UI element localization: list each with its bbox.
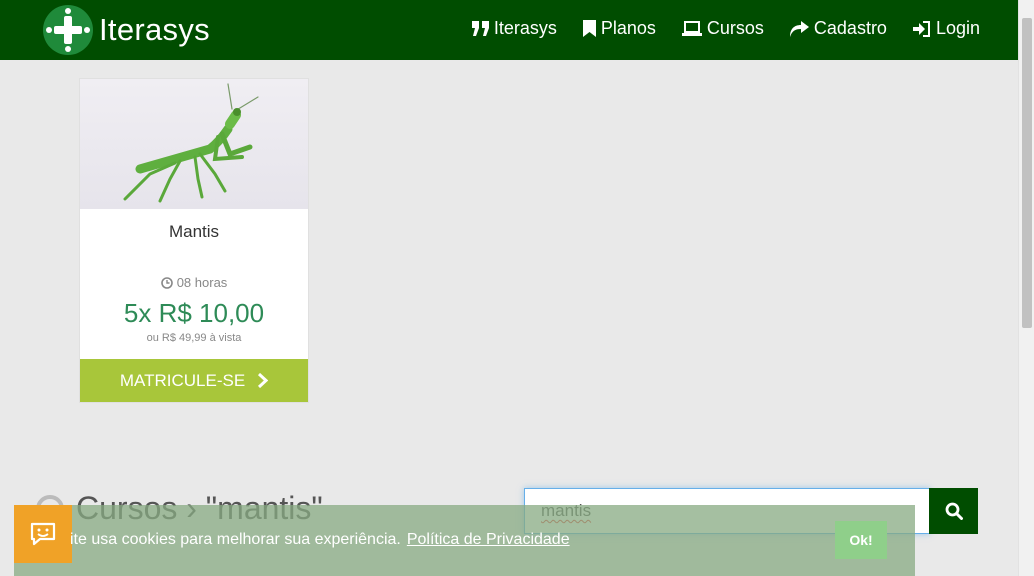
nav-label: Cadastro xyxy=(813,18,887,38)
course-price: 5x R$ 10,00 xyxy=(123,298,265,328)
scrollbar-thumb[interactable] xyxy=(1022,18,1032,328)
cookie-chat-button[interactable] xyxy=(14,505,72,563)
iterasys-logo-icon xyxy=(43,5,93,55)
cookie-ok-button[interactable]: Ok! xyxy=(835,521,887,559)
enroll-button-label: MATRICULE-SE xyxy=(119,370,246,390)
privacy-policy-link[interactable]: Política de Privacidade xyxy=(407,531,570,548)
brand-link[interactable]: Iterasys xyxy=(43,5,210,55)
sign-in-icon xyxy=(912,20,930,37)
cookie-banner: ite usa cookies para melhorar sua experi… xyxy=(14,505,915,576)
brand-name: Iterasys xyxy=(99,12,210,47)
course-title[interactable]: Mantis xyxy=(80,222,308,242)
enroll-button[interactable]: MATRICULE-SE xyxy=(80,359,308,402)
nav-label: Login xyxy=(935,18,980,38)
search-button[interactable] xyxy=(929,488,978,534)
nav-label: Planos xyxy=(600,18,656,38)
laptop-icon xyxy=(681,21,702,36)
quote-icon xyxy=(471,21,489,36)
nav-item-cadastro[interactable]: Cadastro xyxy=(789,18,887,39)
cookie-text: ite usa cookies para melhorar sua experi… xyxy=(70,531,401,548)
nav-item-iterasys[interactable]: Iterasys xyxy=(471,18,557,39)
course-hours: 08 horas xyxy=(176,275,228,290)
course-cash-price: ou R$ 49,99 à vista xyxy=(146,332,242,344)
nav-label: Cursos xyxy=(706,18,764,38)
nav-label: Iterasys xyxy=(493,18,557,38)
share-icon xyxy=(789,20,809,37)
search-icon xyxy=(945,502,963,520)
nav-item-cursos[interactable]: Cursos xyxy=(681,18,764,39)
chevron-right-icon xyxy=(258,373,269,388)
cookie-message: ite usa cookies para melhorar sua experi… xyxy=(70,531,570,549)
course-image xyxy=(80,79,308,209)
bookmark-icon xyxy=(582,20,596,37)
chat-face-icon xyxy=(30,522,56,546)
nav-item-planos[interactable]: Planos xyxy=(582,18,656,39)
course-duration: 08 horas xyxy=(80,275,308,290)
nav-item-login[interactable]: Login xyxy=(912,18,980,39)
mantis-image xyxy=(123,83,259,203)
page-scrollbar[interactable] xyxy=(1018,0,1034,576)
clock-icon xyxy=(160,276,173,289)
course-card[interactable]: Mantis 08 horas 5x R$ 10,00 ou R$ 49,99 … xyxy=(79,78,309,403)
main-nav: Iterasys Planos Cursos Cadastro Login xyxy=(446,18,980,39)
top-navbar: Iterasys Iterasys Planos Cursos Cadastro… xyxy=(0,0,1018,60)
